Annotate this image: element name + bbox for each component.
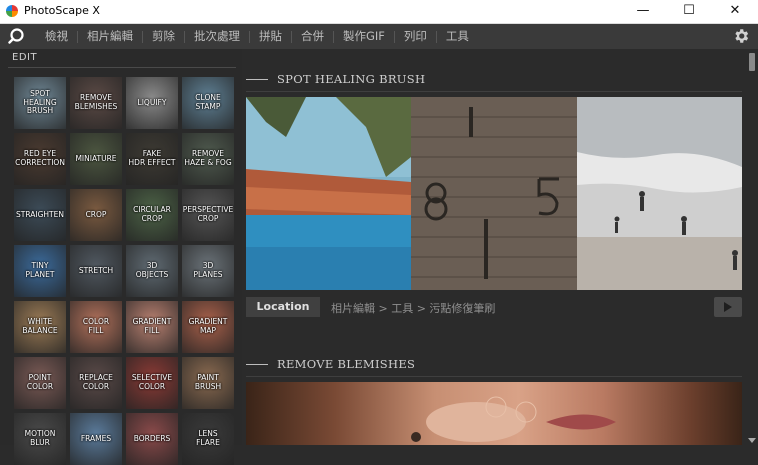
- blemish-preview-image: [246, 382, 742, 445]
- location-breadcrumb: 相片編輯 > 工具 > 污點修復筆刷: [331, 302, 496, 315]
- tool-label: FAKE HDR EFFECT: [128, 149, 176, 167]
- tool-tile[interactable]: PERSPECTIVE CROP: [182, 189, 234, 241]
- tool-panel: EDIT SPOT HEALING BRUSH REMOVE BLEMISHES L…: [0, 49, 242, 465]
- tool-tile[interactable]: FAKE HDR EFFECT: [126, 133, 178, 185]
- scroll-thumb[interactable]: [749, 53, 755, 71]
- section-header: REMOVE BLEMISHES: [246, 356, 415, 372]
- tool-label: MINIATURE: [75, 153, 117, 163]
- tool-label: REMOVE HAZE & FOG: [184, 149, 232, 167]
- main-menu: 檢視 相片編輯 剪除 批次處理 拼貼 合併 製作GIF 列印 工具: [36, 24, 478, 49]
- section-header: SPOT HEALING BRUSH: [246, 71, 425, 87]
- menu-item[interactable]: 工具: [437, 24, 478, 49]
- app-logo-icon: [6, 5, 18, 17]
- gear-icon[interactable]: [732, 27, 750, 45]
- tool-label: TINY PLANET: [25, 261, 55, 279]
- tool-tile[interactable]: REPLACE COLOR: [70, 357, 122, 409]
- tool-grid: SPOT HEALING BRUSH REMOVE BLEMISHES LIQUIF…: [14, 77, 234, 465]
- menu-item[interactable]: 拼貼: [250, 24, 291, 49]
- tool-tile[interactable]: STRAIGHTEN: [14, 189, 66, 241]
- tool-tile[interactable]: STRETCH: [70, 245, 122, 297]
- tool-tile[interactable]: MOTION BLUR: [14, 413, 66, 465]
- tool-label: REPLACE COLOR: [79, 373, 113, 391]
- menu-item[interactable]: 剪除: [143, 24, 184, 49]
- brick-wall-photo: [411, 97, 577, 290]
- tool-label: CROP: [85, 209, 107, 219]
- edit-section-label: EDIT: [12, 52, 38, 63]
- tool-tile[interactable]: BORDERS: [126, 413, 178, 465]
- tool-tile[interactable]: WHITE BALANCE: [14, 301, 66, 353]
- tool-label: WHITE BALANCE: [22, 317, 58, 335]
- tool-label: STRAIGHTEN: [16, 209, 64, 219]
- tool-label: LIQUIFY: [137, 97, 167, 107]
- tool-label: CIRCULAR CROP: [133, 205, 171, 223]
- play-icon: [724, 302, 732, 312]
- tool-label: GRADIENT MAP: [188, 317, 228, 335]
- tool-tile[interactable]: CROP: [70, 189, 122, 241]
- tool-tile[interactable]: REMOVE HAZE & FOG: [182, 133, 234, 185]
- tool-tile[interactable]: 3D PLANES: [182, 245, 234, 297]
- menu-item[interactable]: 檢視: [36, 24, 77, 49]
- menu-item[interactable]: 合併: [292, 24, 333, 49]
- beach-photo: [577, 97, 742, 290]
- edit-divider: [8, 67, 236, 68]
- pool-photo: [246, 97, 411, 290]
- menu-item[interactable]: 批次處理: [185, 24, 249, 49]
- tool-tile[interactable]: GRADIENT FILL: [126, 301, 178, 353]
- close-button[interactable]: ✕: [712, 0, 758, 23]
- scroll-down-arrow[interactable]: [748, 438, 756, 443]
- tool-label: STRETCH: [78, 265, 114, 275]
- tool-label: POINT COLOR: [26, 373, 54, 391]
- tool-label: PERSPECTIVE CROP: [182, 205, 234, 223]
- tool-tile[interactable]: SPOT HEALING BRUSH: [14, 77, 66, 129]
- menu-item[interactable]: 列印: [395, 24, 436, 49]
- home-icon[interactable]: [8, 28, 24, 44]
- tool-label: SELECTIVE COLOR: [131, 373, 173, 391]
- tool-label: PAINT BRUSH: [194, 373, 222, 391]
- tool-label: 3D PLANES: [193, 261, 223, 279]
- tool-tile[interactable]: TINY PLANET: [14, 245, 66, 297]
- menu-bar: 檢視 相片編輯 剪除 批次處理 拼貼 合併 製作GIF 列印 工具: [0, 24, 758, 49]
- title-bar: PhotoScape X — ☐ ✕: [0, 0, 758, 24]
- tool-tile[interactable]: RED EYE CORRECTION: [14, 133, 66, 185]
- menu-item[interactable]: 製作GIF: [334, 24, 394, 49]
- location-button[interactable]: Location: [246, 297, 320, 317]
- tool-label: GRADIENT FILL: [132, 317, 172, 335]
- section-title: REMOVE BLEMISHES: [277, 357, 416, 371]
- tool-tile[interactable]: COLOR FILL: [70, 301, 122, 353]
- tool-tile[interactable]: CIRCULAR CROP: [126, 189, 178, 241]
- tool-label: COLOR FILL: [82, 317, 110, 335]
- tool-label: FRAMES: [80, 433, 112, 443]
- scrollbar[interactable]: [746, 49, 758, 445]
- tool-tile[interactable]: LENS FLARE: [182, 413, 234, 465]
- tool-tile[interactable]: CLONE STAMP: [182, 77, 234, 129]
- play-video-button[interactable]: [714, 297, 742, 317]
- minimize-button[interactable]: —: [620, 0, 666, 23]
- tool-label: BORDERS: [133, 433, 171, 443]
- tool-label: MOTION BLUR: [24, 429, 56, 447]
- tool-label: SPOT HEALING BRUSH: [23, 89, 57, 116]
- tool-tile[interactable]: POINT COLOR: [14, 357, 66, 409]
- preview-image: [246, 97, 742, 290]
- tool-tile[interactable]: FRAMES: [70, 413, 122, 465]
- tool-tile[interactable]: GRADIENT MAP: [182, 301, 234, 353]
- tool-tile[interactable]: MINIATURE: [70, 133, 122, 185]
- tool-label: 3D OBJECTS: [135, 261, 169, 279]
- tool-tile[interactable]: SELECTIVE COLOR: [126, 357, 178, 409]
- tool-tile[interactable]: 3D OBJECTS: [126, 245, 178, 297]
- tool-label: LENS FLARE: [196, 429, 220, 447]
- tool-label: CLONE STAMP: [195, 93, 221, 111]
- tool-label: RED EYE CORRECTION: [15, 149, 65, 167]
- tool-tile[interactable]: PAINT BRUSH: [182, 357, 234, 409]
- tool-label: REMOVE BLEMISHES: [74, 93, 118, 111]
- window-title: PhotoScape X: [24, 4, 100, 17]
- maximize-button[interactable]: ☐: [666, 0, 712, 23]
- menu-item[interactable]: 相片編輯: [78, 24, 142, 49]
- tool-tile[interactable]: REMOVE BLEMISHES: [70, 77, 122, 129]
- tool-tile[interactable]: LIQUIFY: [126, 77, 178, 129]
- section-title: SPOT HEALING BRUSH: [277, 72, 426, 86]
- content-area: SPOT HEALING BRUSH Location 相片編輯 > 工具 > …: [242, 49, 746, 445]
